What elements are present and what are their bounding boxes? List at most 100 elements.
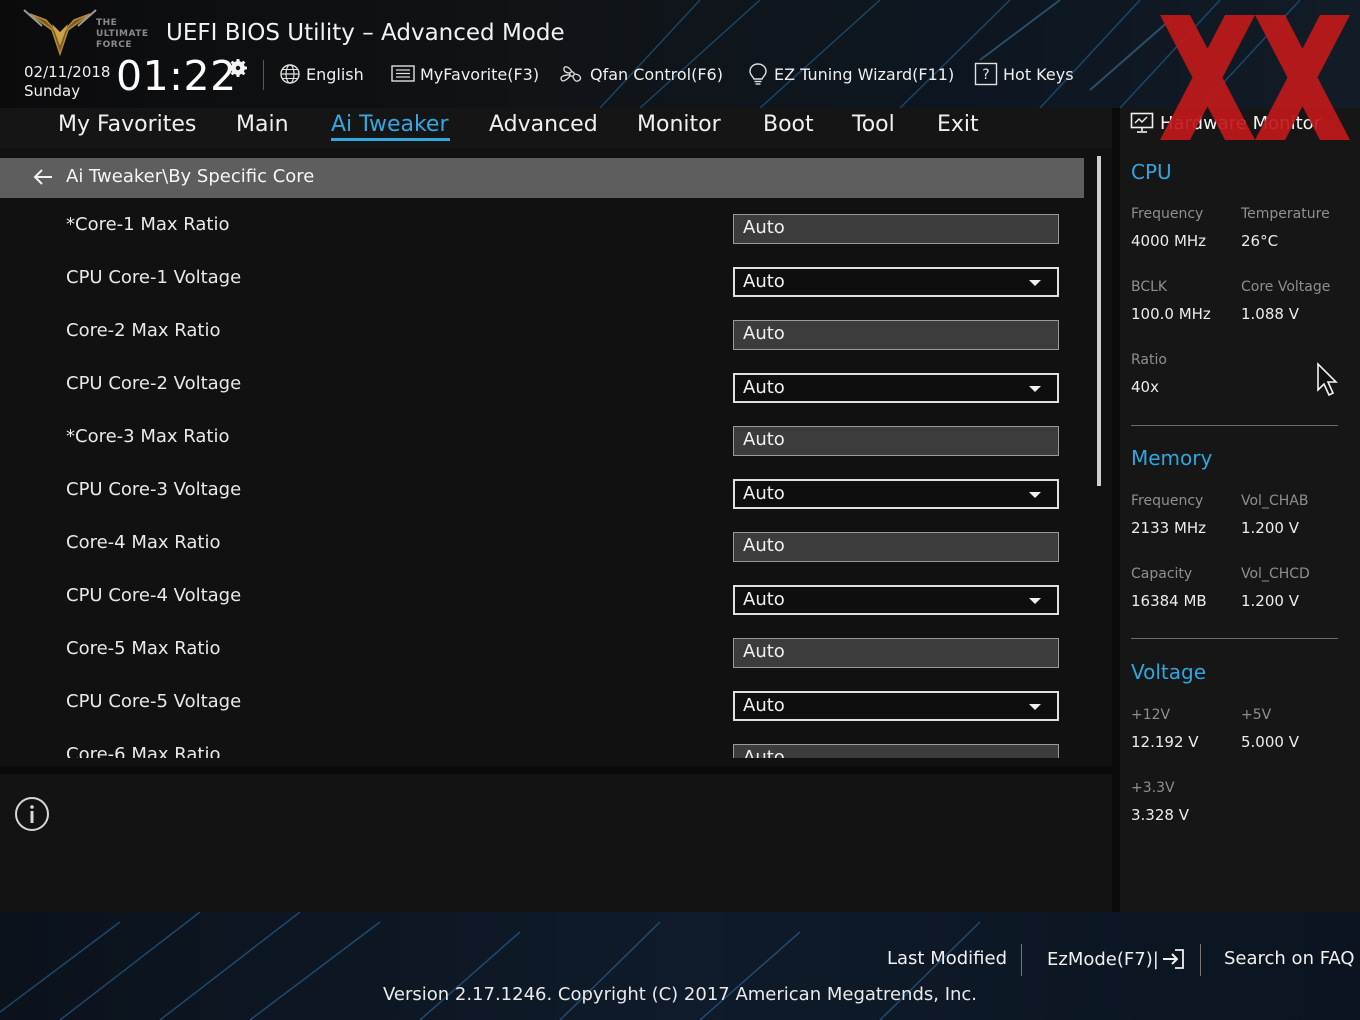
hardware-monitor-panel: Hardware Monitor CPU Frequency Temperatu… (1120, 108, 1360, 912)
vol-chcd-label: Vol_CHCD (1241, 566, 1310, 582)
core3-max-ratio-input[interactable]: Auto (733, 426, 1059, 456)
setting-row[interactable]: CPU Core-5 Voltage Auto (0, 679, 1084, 732)
date-display: 02/11/2018 Sunday (24, 63, 110, 101)
setting-row[interactable]: CPU Core-4 Voltage Auto (0, 573, 1084, 626)
setting-row[interactable]: *Core-1 Max Ratio Auto (0, 202, 1084, 255)
gear-icon[interactable] (226, 56, 250, 80)
setting-row[interactable]: CPU Core-2 Voltage Auto (0, 361, 1084, 414)
settings-panel: Ai Tweaker\By Specific Core *Core-1 Max … (0, 148, 1112, 766)
cpu-frequency-label: Frequency (1131, 206, 1204, 222)
tab-monitor[interactable]: Monitor (637, 112, 721, 137)
cpu-heading: CPU (1131, 160, 1172, 184)
tab-ai-tweaker[interactable]: Ai Tweaker (331, 112, 449, 137)
setting-row[interactable]: CPU Core-1 Voltage Auto (0, 255, 1084, 308)
tab-advanced[interactable]: Advanced (489, 112, 598, 137)
active-tab-underline (331, 138, 450, 141)
language-button[interactable]: English (279, 62, 364, 86)
setting-row[interactable]: Core-2 Max Ratio Auto (0, 308, 1084, 361)
core1-voltage-select[interactable]: Auto (733, 267, 1059, 297)
dropdown-arrow-icon (1029, 598, 1041, 604)
setting-label: CPU Core-3 Voltage (66, 479, 242, 500)
memory-frequency-value: 2133 MHz (1131, 519, 1207, 537)
section-divider (1131, 425, 1338, 426)
core2-max-ratio-input[interactable]: Auto (733, 320, 1059, 350)
bclk-label: BCLK (1131, 279, 1168, 295)
ezmode-label: EzMode(F7)| (1047, 948, 1159, 970)
core5-max-ratio-input[interactable]: Auto (733, 638, 1059, 668)
setting-label: Core-4 Max Ratio (66, 532, 221, 553)
date-text: 02/11/2018 (24, 63, 111, 81)
lightbulb-icon (749, 63, 767, 85)
setting-label: Core-2 Max Ratio (66, 320, 221, 341)
setting-label: *Core-3 Max Ratio (66, 426, 230, 447)
footer-separator (1021, 944, 1022, 976)
core-voltage-label: Core Voltage (1241, 279, 1331, 295)
ratio-value: 40x (1131, 378, 1159, 396)
qfan-control-button[interactable]: Qfan Control(F6) (559, 62, 723, 86)
myfavorite-label: MyFavorite(F3) (420, 64, 540, 84)
settings-list: *Core-1 Max Ratio Auto CPU Core-1 Voltag… (0, 202, 1084, 758)
setting-row[interactable]: Core-4 Max Ratio Auto (0, 520, 1084, 573)
core2-voltage-select[interactable]: Auto (733, 373, 1059, 403)
setting-label: CPU Core-4 Voltage (66, 585, 242, 606)
tab-exit[interactable]: Exit (937, 112, 979, 137)
help-key-icon: ? (974, 62, 998, 86)
dropdown-arrow-icon (1029, 280, 1041, 286)
hardware-monitor-title: Hardware Monitor (1160, 112, 1322, 134)
v33-value: 3.328 V (1131, 806, 1189, 824)
core4-voltage-select[interactable]: Auto (733, 585, 1059, 615)
setting-row[interactable]: Core-6 Max Ratio Auto (0, 732, 1084, 758)
v33-label: +3.3V (1131, 780, 1175, 796)
vol-chab-value: 1.200 V (1241, 519, 1299, 537)
vol-chcd-value: 1.200 V (1241, 592, 1299, 610)
memory-frequency-label: Frequency (1131, 493, 1204, 509)
setting-row[interactable]: *Core-3 Max Ratio Auto (0, 414, 1084, 467)
tab-main[interactable]: Main (236, 112, 289, 137)
favorite-list-icon (391, 65, 415, 82)
last-modified-button[interactable]: Last Modified (887, 948, 1007, 969)
logo-text: THE ULTIMATE FORCE (96, 18, 149, 50)
select-value: Auto (743, 695, 785, 716)
dropdown-arrow-icon (1029, 492, 1041, 498)
back-arrow-icon[interactable] (32, 167, 54, 187)
globe-icon (280, 64, 300, 84)
core5-voltage-select[interactable]: Auto (733, 691, 1059, 721)
cpu-temperature-value: 26°C (1241, 232, 1279, 250)
svg-text:?: ? (982, 67, 989, 83)
tab-tool[interactable]: Tool (852, 112, 895, 137)
footer-bar: Last Modified EzMode(F7)| Search on FAQ … (0, 912, 1360, 1020)
footer-separator (1200, 944, 1201, 976)
tab-boot[interactable]: Boot (763, 112, 814, 137)
help-description-panel (0, 774, 1112, 912)
ezmode-button[interactable]: EzMode(F7)| (1047, 948, 1185, 970)
core4-max-ratio-input[interactable]: Auto (733, 532, 1059, 562)
mouse-cursor-icon (1317, 362, 1338, 397)
setting-row[interactable]: Core-5 Max Ratio Auto (0, 626, 1084, 679)
setting-label: CPU Core-1 Voltage (66, 267, 242, 288)
capacity-label: Capacity (1131, 566, 1193, 582)
setting-row[interactable]: CPU Core-3 Voltage Auto (0, 467, 1084, 520)
voltage-heading: Voltage (1131, 660, 1207, 684)
myfavorite-button[interactable]: MyFavorite(F3) (391, 62, 539, 86)
hot-keys-label: Hot Keys (1003, 64, 1074, 84)
last-modified-label: Last Modified (887, 948, 1008, 969)
setting-label: CPU Core-2 Voltage (66, 373, 242, 394)
fan-icon (560, 66, 582, 82)
hot-keys-button[interactable]: ? Hot Keys (974, 62, 1074, 86)
header-bar: THE ULTIMATE FORCE UEFI BIOS Utility – A… (0, 0, 1360, 108)
core3-voltage-select[interactable]: Auto (733, 479, 1059, 509)
setting-label: *Core-1 Max Ratio (66, 214, 230, 235)
search-faq-button[interactable]: Search on FAQ (1224, 948, 1355, 969)
settings-scrollbar[interactable] (1097, 156, 1101, 486)
section-divider (1131, 638, 1338, 639)
core1-max-ratio-input[interactable]: Auto (733, 214, 1059, 244)
dropdown-arrow-icon (1029, 386, 1041, 392)
app-title: UEFI BIOS Utility – Advanced Mode (166, 20, 565, 46)
cpu-frequency-value: 4000 MHz (1131, 232, 1207, 250)
clock-display[interactable]: 01:22 (116, 52, 237, 100)
tab-my-favorites[interactable]: My Favorites (58, 112, 196, 137)
ez-tuning-button[interactable]: EZ Tuning Wizard(F11) (747, 62, 954, 86)
cpu-temperature-label: Temperature (1241, 206, 1330, 222)
select-value: Auto (743, 483, 785, 504)
core6-max-ratio-input[interactable]: Auto (733, 744, 1059, 758)
